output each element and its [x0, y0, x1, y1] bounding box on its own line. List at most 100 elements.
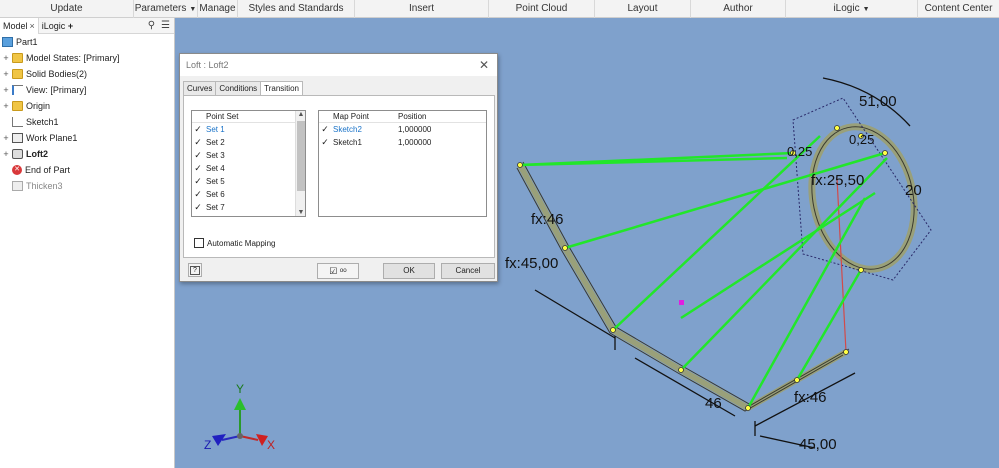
chevron-down-icon: ▼ [862, 6, 870, 13]
menu-icon[interactable]: ☰ [161, 20, 170, 31]
dimension-label[interactable]: fx:45,00 [505, 255, 558, 272]
point-set-label: Set 7 [206, 203, 225, 212]
check-icon[interactable]: ✓ [192, 176, 204, 187]
checkbox-box[interactable] [194, 238, 204, 248]
view-cube-triad[interactable] [200, 384, 280, 464]
scroll-down-icon[interactable]: ▼ [296, 209, 306, 216]
search-icon[interactable]: ⚲ [148, 20, 155, 31]
list-item[interactable]: ✓ Set 2 [192, 136, 305, 149]
ribbon-tab-author[interactable]: Author [691, 0, 786, 18]
dialog-footer: ? ☑ ᵒᵒ OK Cancel [180, 261, 497, 281]
point-set-label: Set 4 [206, 164, 225, 173]
point-set-list[interactable]: Point Set ✓ Set 1 ✓ Set 2 ✓ Set 3 ✓ Set 4 ✓ S… [191, 110, 306, 217]
check-icon[interactable]: ✓ [192, 189, 204, 200]
tab-ilogic[interactable]: iLogic + [39, 18, 76, 34]
table-row[interactable]: ✓ Sketch1 1,000000 [319, 136, 486, 149]
expand-icon[interactable]: + [2, 69, 10, 79]
expand-icon[interactable]: + [2, 85, 10, 95]
ribbon-tab-parameters[interactable]: Parameters ▼ [134, 0, 198, 18]
tree-item-origin[interactable]: + Origin [0, 98, 174, 114]
ribbon-tab-manage[interactable]: Manage [198, 0, 238, 18]
add-tab-icon[interactable]: + [68, 21, 73, 31]
tab-curves[interactable]: Curves [183, 81, 217, 95]
list-item[interactable]: ✓ Set 5 [192, 175, 305, 188]
list-item[interactable]: ✓ Set 1 [192, 123, 305, 136]
preview-toggle[interactable]: ☑ ᵒᵒ [317, 263, 359, 279]
tree-item-label: View: [Primary] [26, 85, 87, 95]
check-icon[interactable]: ✓ [319, 124, 331, 135]
list-item[interactable]: ✓ Set 6 [192, 188, 305, 201]
check-icon[interactable]: ✓ [319, 137, 331, 148]
check-icon[interactable]: ✓ [192, 202, 204, 213]
loft-dialog: Loft : Loft2 ✕ Curves Conditions Transit… [179, 53, 498, 282]
view-icon [12, 85, 23, 95]
scroll-up-icon[interactable]: ▲ [296, 111, 306, 118]
check-icon[interactable]: ✓ [192, 137, 204, 148]
ribbon-tab-point-cloud[interactable]: Point Cloud [489, 0, 595, 18]
dimension-label[interactable]: fx:25,50 [811, 172, 864, 189]
dimension-label[interactable]: fx:46 [531, 211, 564, 228]
tree-item-end-of-part[interactable]: ✕ End of Part [0, 162, 174, 178]
tree-item-sketch1[interactable]: Sketch1 [0, 114, 174, 130]
tab-conditions[interactable]: Conditions [215, 81, 262, 95]
ribbon-tab-ilogic[interactable]: iLogic ▼ [786, 0, 918, 18]
tree-item-model-states[interactable]: + Model States: [Primary] [0, 50, 174, 66]
dimension-label[interactable]: 45,00 [799, 436, 837, 453]
ribbon-tab-update[interactable]: Update [0, 0, 134, 18]
ok-button[interactable]: OK [383, 263, 435, 279]
tab-model-label: Model [3, 20, 28, 31]
ribbon-tab-content-center[interactable]: Content Center [918, 0, 999, 18]
cancel-button[interactable]: Cancel [441, 263, 495, 279]
check-icon[interactable]: ✓ [192, 150, 204, 161]
ribbon-tab-layout[interactable]: Layout [595, 0, 691, 18]
z-axis-label: Z [204, 438, 212, 452]
dialog-title-bar[interactable]: Loft : Loft2 ✕ [180, 54, 497, 76]
point-set-label: Set 3 [206, 151, 225, 160]
list-item[interactable]: ✓ Set 7 [192, 201, 305, 214]
tree-item-loft2[interactable]: + Loft2 [0, 146, 174, 162]
close-icon[interactable]: × [30, 21, 35, 31]
tree-item-solid-bodies[interactable]: + Solid Bodies(2) [0, 66, 174, 82]
map-point-list[interactable]: Map Point Position ✓ Sketch2 1,000000 ✓ … [318, 110, 487, 217]
dimension-label[interactable]: 0,25 [849, 132, 874, 147]
help-button[interactable]: ? [188, 263, 202, 277]
dimension-label[interactable]: 51,00 [859, 93, 897, 110]
check-icon[interactable]: ✓ [192, 124, 204, 135]
tree-item-view[interactable]: + View: [Primary] [0, 82, 174, 98]
tree-item-thicken3[interactable]: Thicken3 [0, 178, 174, 194]
ribbon-tab-styles-and-standards[interactable]: Styles and Standards [238, 0, 355, 18]
list-item[interactable]: ✓ Set 4 [192, 162, 305, 175]
dimension-label[interactable]: 20 [905, 182, 922, 199]
dialog-tab-bar: Curves Conditions Transition [183, 81, 303, 96]
dimension-label[interactable]: fx:46 [794, 389, 827, 406]
list-item[interactable]: ✓ Set 3 [192, 149, 305, 162]
expand-icon[interactable]: + [2, 149, 10, 159]
map-point-cell: Sketch1 [333, 138, 362, 147]
point-set-scrollbar[interactable]: ▲ ▼ [295, 111, 305, 216]
table-row[interactable]: ✓ Sketch2 1,000000 [319, 123, 486, 136]
tree-item-label: Model States: [Primary] [26, 53, 120, 63]
y-axis-arrow [234, 398, 246, 410]
folder-icon [12, 101, 23, 111]
ribbon-tab-insert[interactable]: Insert [355, 0, 489, 18]
close-icon[interactable]: ✕ [479, 54, 489, 76]
dimension-label[interactable]: 0,25 [787, 144, 812, 159]
position-cell[interactable]: 1,000000 [398, 125, 431, 134]
expand-icon[interactable]: + [2, 53, 10, 63]
tab-transition[interactable]: Transition [260, 81, 303, 96]
check-icon[interactable]: ✓ [192, 163, 204, 174]
point-set-label: Set 2 [206, 138, 225, 147]
automatic-mapping-checkbox[interactable]: Automatic Mapping [194, 238, 275, 248]
dimension-label[interactable]: 46 [705, 395, 722, 412]
scroll-thumb[interactable] [297, 121, 305, 191]
tree-item-part1[interactable]: Part1 [0, 34, 174, 50]
expand-icon[interactable]: + [2, 133, 10, 143]
tree-item-label: Loft2 [26, 149, 48, 159]
expand-icon[interactable]: + [2, 101, 10, 111]
sketch-icon [12, 117, 23, 127]
end-of-part-icon: ✕ [12, 165, 22, 175]
transition-panel: Point Set ✓ Set 1 ✓ Set 2 ✓ Set 3 ✓ Set 4 ✓ S… [183, 95, 495, 258]
position-cell[interactable]: 1,000000 [398, 138, 431, 147]
tab-model[interactable]: Model × [0, 17, 39, 34]
tree-item-work-plane1[interactable]: + Work Plane1 [0, 130, 174, 146]
